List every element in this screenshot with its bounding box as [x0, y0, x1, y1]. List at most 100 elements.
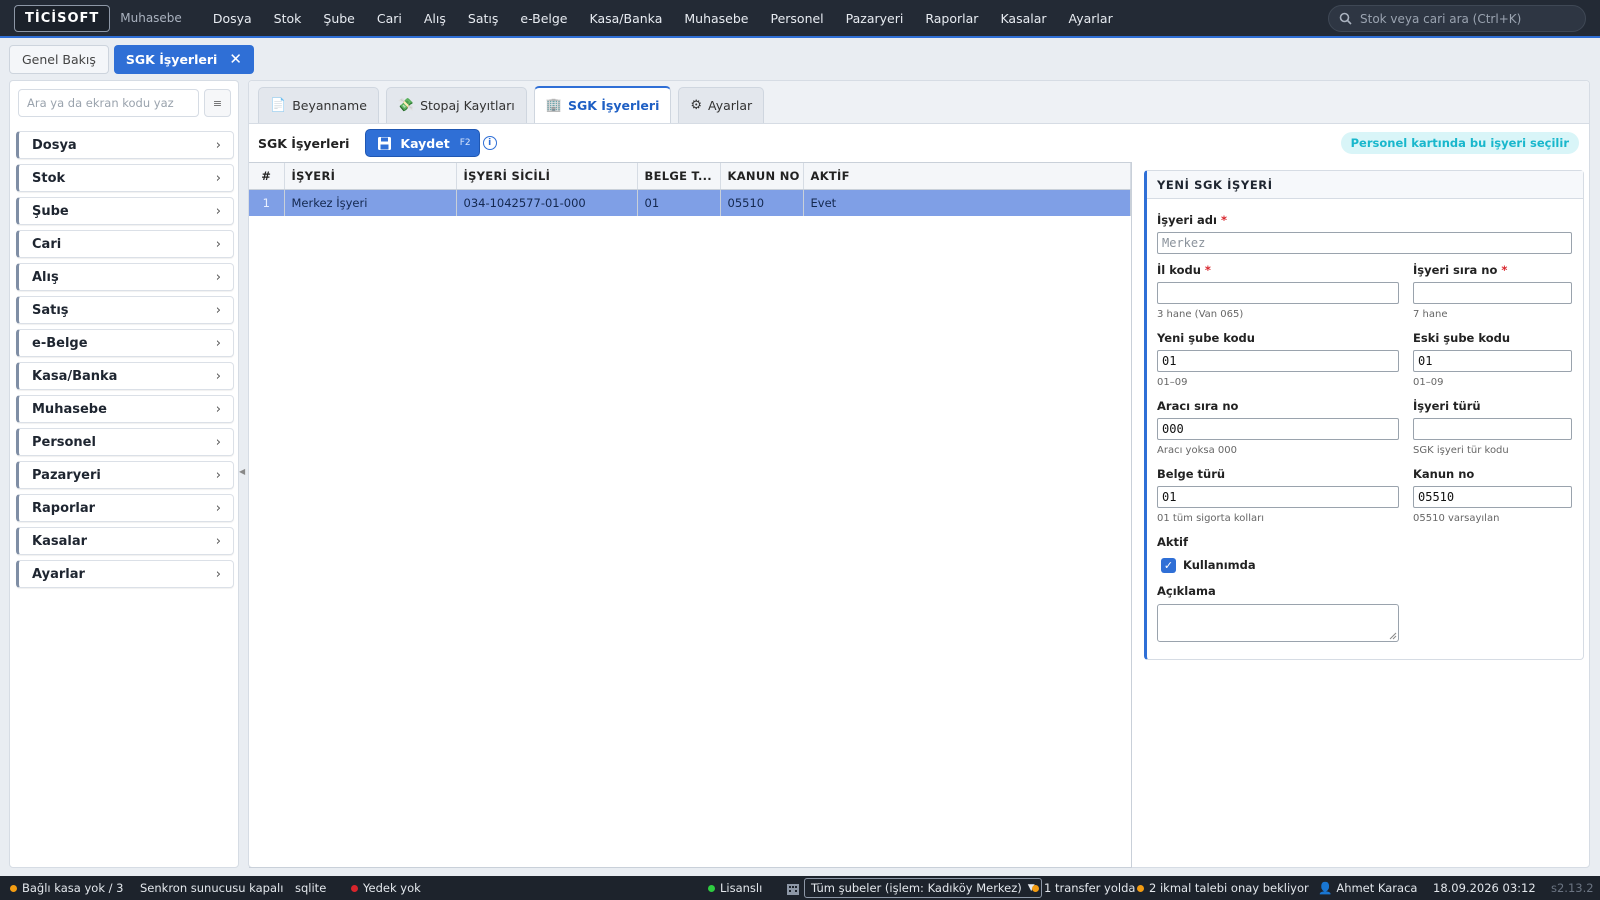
column-header-aktif[interactable]: AKTİF [803, 163, 1131, 190]
sidebar-item-ayarlar[interactable]: Ayarlar › [16, 560, 234, 588]
sidebar-item-dosya[interactable]: Dosya › [16, 131, 234, 159]
sidebar-item-e-belge[interactable]: e-Belge › [16, 329, 234, 357]
menu-e-belge[interactable]: e-Belge [509, 11, 578, 26]
page-tab-label: SGK İşyerleri [125, 51, 218, 67]
status-user[interactable]: 👤 Ahmet Karaca [1318, 876, 1417, 900]
chevron-right-icon: › [215, 203, 221, 219]
sidebar-item-cari[interactable]: Cari › [16, 230, 234, 258]
column-header-belge-turu[interactable]: BELGE T... [637, 163, 721, 190]
tab-stopaj-kayitlari[interactable]: 💸 Stopaj Kayıtları [385, 87, 527, 123]
menu-ayarlar[interactable]: Ayarlar [1058, 11, 1124, 26]
column-header-isyeri[interactable]: İŞYERİ [284, 163, 457, 190]
sidebar-item-personel[interactable]: Personel › [16, 428, 234, 456]
chevron-right-icon: › [215, 500, 221, 516]
new-workplace-form: YENİ SGK İŞYERİ İşyeri adı * İl kodu * 3… [1144, 170, 1584, 660]
status-backup: Yedek yok [351, 876, 421, 900]
menu-kasalar[interactable]: Kasalar [989, 11, 1057, 26]
sidebar-item-raporlar[interactable]: Raporlar › [16, 494, 234, 522]
search-icon [1339, 12, 1352, 25]
sidebar-item-stok[interactable]: Stok › [16, 164, 234, 192]
isyeri-turu-input[interactable] [1413, 418, 1572, 440]
save-button-label: Kaydet [400, 135, 450, 151]
sidebar-search-input[interactable] [18, 89, 199, 117]
cell-index: 1 [249, 189, 285, 216]
table-row[interactable]: 1 Merkez İşyeri 034-1042577-01-000 01 05… [249, 189, 1131, 216]
sidebar-item-pazaryeri[interactable]: Pazaryeri › [16, 461, 234, 489]
sidebar-item-alis[interactable]: Alış › [16, 263, 234, 291]
menu-raporlar[interactable]: Raporlar [914, 11, 989, 26]
menu-alis[interactable]: Alış [413, 11, 457, 26]
chevron-right-icon: › [215, 434, 221, 450]
isyeri-sira-no-input[interactable] [1413, 282, 1572, 304]
info-icon[interactable]: i [482, 136, 497, 150]
page-tab-sgk-isyerleri[interactable]: SGK İşyerleri ✕ [113, 44, 254, 74]
sidebar-menu-button[interactable]: ≡ [204, 89, 231, 117]
status-kasa-text: Bağlı kasa yok / 3 [22, 881, 124, 895]
chevron-right-icon: › [215, 401, 221, 417]
checkmark-icon: ✓ [1163, 559, 1174, 572]
menu-satis[interactable]: Satış [457, 11, 509, 26]
workplace-table: # İŞYERİ İŞYERİ SİCİLİ BELGE T... KANUN … [249, 162, 1132, 868]
kanun-no-input[interactable] [1413, 486, 1572, 508]
sidebar-item-label: Dosya [32, 137, 77, 153]
save-button[interactable]: Kaydet F2 [365, 129, 480, 157]
aktif-checkbox[interactable]: ✓ [1161, 558, 1176, 573]
status-dot [1032, 884, 1039, 892]
label-text: İşyeri adı [1157, 213, 1217, 227]
sidebar-collapse-handle[interactable]: ◀ [239, 467, 245, 476]
toolbar: SGK İşyerleri Kaydet F2 i Personel kartı… [249, 124, 1589, 162]
required-mark: * [1221, 213, 1228, 227]
status-transfer[interactable]: 1 transfer yolda [1032, 876, 1135, 900]
menu-sube[interactable]: Şube [312, 11, 365, 26]
global-search-input[interactable] [1360, 11, 1570, 26]
sidebar-item-muhasebe[interactable]: Muhasebe › [16, 395, 234, 423]
menu-personel[interactable]: Personel [759, 11, 834, 26]
sidebar-item-kasalar[interactable]: Kasalar › [16, 527, 234, 555]
column-header-sicil[interactable]: İŞYERİ SİCİLİ [456, 163, 638, 190]
page-tab-genel-bakis[interactable]: Genel Bakış [9, 44, 109, 74]
menu-pazaryeri[interactable]: Pazaryeri [835, 11, 915, 26]
status-license: Lisanslı [708, 876, 762, 900]
araci-sira-no-input[interactable] [1157, 418, 1399, 440]
sidebar-item-label: Cari [32, 236, 62, 252]
resize-handle-icon [1389, 632, 1397, 640]
chevron-right-icon: › [215, 335, 221, 351]
branch-select[interactable]: Tüm şubeler (işlem: Kadıköy Merkez)▼ [804, 878, 1042, 898]
column-header-index[interactable]: # [249, 163, 285, 190]
status-license-text: Lisanslı [720, 881, 763, 895]
aciklama-textarea[interactable] [1157, 604, 1399, 642]
tab-label: Beyanname [292, 98, 367, 113]
chevron-right-icon: › [215, 302, 221, 318]
belge-turu-input[interactable] [1157, 486, 1399, 508]
sidebar-item-label: Personel [32, 434, 96, 450]
sidebar-item-label: Raporlar [32, 500, 96, 516]
isyeri-adi-input[interactable] [1157, 232, 1572, 254]
yeni-sube-kodu-input[interactable] [1157, 350, 1399, 372]
page-tabs: Genel Bakış SGK İşyerleri ✕ [0, 40, 1600, 78]
status-db: sqlite [295, 881, 327, 895]
chevron-right-icon: › [215, 467, 221, 483]
il-kodu-input[interactable] [1157, 282, 1399, 304]
sidebar-item-satis[interactable]: Satış › [16, 296, 234, 324]
status-dot [1137, 884, 1144, 892]
tab-label: SGK İşyerleri [567, 98, 660, 113]
isyeri-adi-label: İşyeri adı * [1157, 213, 1227, 227]
tab-ayarlar[interactable]: ⚙ Ayarlar [678, 87, 765, 123]
sidebar-item-sube[interactable]: Şube › [16, 197, 234, 225]
column-header-kanun-no[interactable]: KANUN NO [720, 163, 804, 190]
tab-sgk-isyerleri[interactable]: 🏢 SGK İşyerleri [533, 86, 672, 123]
status-ikmal[interactable]: 2 ikmal talebi onay bekliyor [1137, 876, 1309, 900]
menu-muhasebe[interactable]: Muhasebe [673, 11, 759, 26]
eski-sube-kodu-input[interactable] [1413, 350, 1572, 372]
aktif-checkbox-label[interactable]: Kullanımda [1183, 558, 1256, 572]
menu-cari[interactable]: Cari [366, 11, 413, 26]
menu-dosya[interactable]: Dosya [202, 11, 263, 26]
menu-kasa-banka[interactable]: Kasa/Banka [579, 11, 674, 26]
belge-turu-label: Belge türü [1157, 467, 1226, 481]
app-logo[interactable]: TİCİSOFT [14, 4, 111, 32]
module-tabs: 📄 Beyanname 💸 Stopaj Kayıtları 🏢 SGK İşyerl… [249, 81, 1589, 124]
tab-beyanname[interactable]: 📄 Beyanname [258, 87, 379, 123]
close-icon[interactable]: ✕ [229, 50, 242, 68]
menu-stok[interactable]: Stok [263, 11, 313, 26]
sidebar-item-kasa-banka[interactable]: Kasa/Banka › [16, 362, 234, 390]
